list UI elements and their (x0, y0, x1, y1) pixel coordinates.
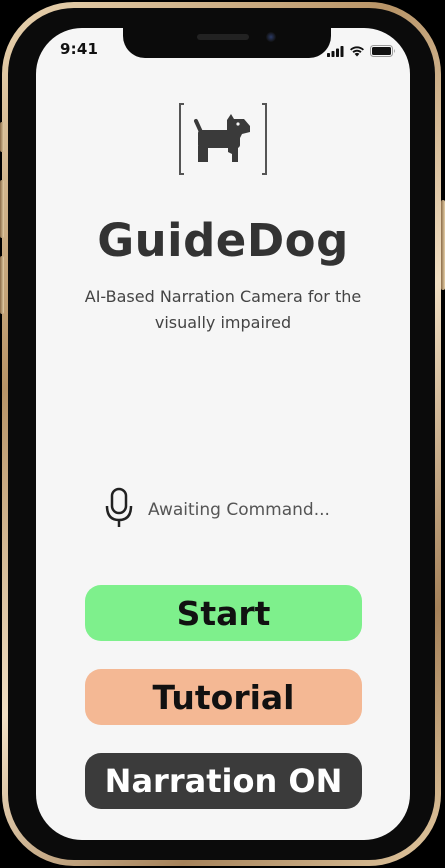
speaker-grille (197, 34, 249, 40)
dog-icon (194, 114, 250, 162)
voice-status-text: Awaiting Command... (148, 500, 330, 520)
wifi-icon (349, 42, 365, 61)
voice-status: Awaiting Command... (104, 487, 330, 533)
tutorial-button[interactable]: Tutorial (85, 669, 362, 725)
app-logo (178, 102, 268, 176)
notch (123, 28, 331, 58)
side-button-mute (0, 122, 4, 152)
side-button-volume-down (0, 256, 4, 314)
start-button[interactable]: Start (85, 585, 362, 641)
app-title: GuideDog (97, 214, 349, 267)
cellular-signal-icon (327, 42, 344, 61)
status-time: 9:41 (60, 40, 99, 58)
microphone-icon (104, 487, 134, 533)
app-subtitle: AI-Based Narration Camera for the visual… (84, 287, 362, 332)
status-icons (327, 42, 396, 61)
front-camera (266, 32, 276, 42)
side-button-power (441, 200, 445, 290)
side-button-volume-up (0, 180, 4, 238)
screen: 9:41 GuideDog AI-Based Narration Camera … (36, 28, 410, 840)
narration-toggle-button[interactable]: Narration ON (85, 753, 362, 809)
battery-icon (370, 42, 396, 61)
